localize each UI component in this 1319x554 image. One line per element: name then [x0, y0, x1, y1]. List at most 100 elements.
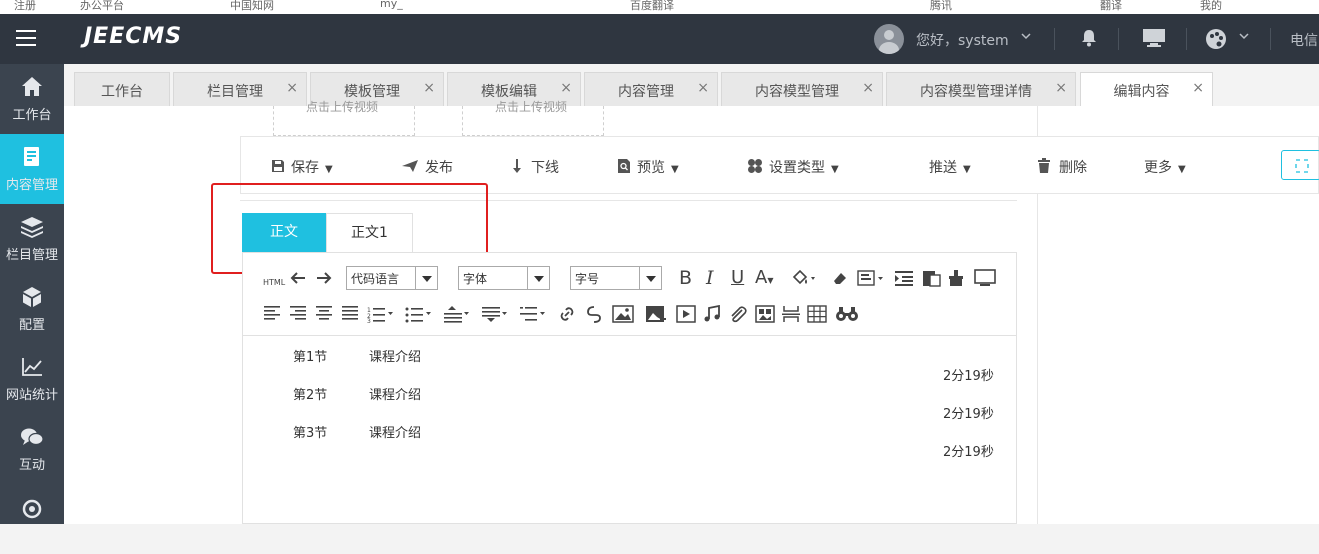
close-icon[interactable]: ×	[560, 80, 572, 96]
lesson-duration: 2分19秒	[943, 445, 994, 460]
sidebar-item-label: 网站统计	[5, 388, 58, 403]
layers-icon	[17, 216, 47, 238]
close-icon[interactable]: ×	[286, 80, 298, 96]
close-icon[interactable]: ×	[1192, 80, 1204, 96]
ordered-list-icon[interactable]: 123	[367, 305, 395, 328]
font-family-select[interactable]: 字体	[458, 266, 550, 290]
background-color-icon[interactable]	[791, 269, 817, 292]
palette-icon[interactable]	[1205, 28, 1227, 54]
tab-workbench[interactable]: 工作台	[74, 72, 170, 106]
indent-icon[interactable]	[894, 269, 914, 292]
table-icon[interactable]	[807, 305, 827, 328]
unordered-list-icon[interactable]	[405, 305, 433, 328]
underline-icon[interactable]: U	[731, 268, 744, 288]
font-size-select[interactable]: 字号	[570, 266, 662, 290]
html-source-button[interactable]: HTML	[263, 273, 285, 293]
align-center-icon[interactable]	[315, 305, 333, 326]
app-logo: JEECMS	[84, 24, 183, 49]
bookmark-item[interactable]: 我的	[1200, 0, 1222, 13]
cube-icon	[17, 286, 47, 308]
image-gallery-icon[interactable]	[755, 305, 775, 328]
close-icon[interactable]: ×	[697, 80, 709, 96]
video-upload-box[interactable]: 点击上传视频	[273, 100, 415, 136]
close-icon[interactable]: ×	[1055, 80, 1067, 96]
bookmark-item[interactable]: 注册	[14, 0, 36, 13]
italic-icon[interactable]: I	[706, 268, 714, 288]
sidebar-item-interaction[interactable]: 互动	[0, 414, 64, 484]
publish-button[interactable]: 发布	[401, 157, 453, 177]
find-replace-icon[interactable]	[835, 305, 859, 328]
align-left-icon[interactable]	[263, 305, 281, 326]
bookmark-item[interactable]: 办公平台	[80, 0, 124, 13]
tab-content-management[interactable]: 内容管理 ×	[584, 72, 718, 106]
bookmark-item[interactable]: my_	[380, 0, 403, 10]
sidebar-item-settings[interactable]	[0, 484, 64, 554]
page-break-icon[interactable]	[781, 305, 801, 328]
attachment-icon[interactable]	[728, 305, 748, 328]
lesson-section: 第3节	[293, 426, 328, 441]
line-height-icon[interactable]	[443, 305, 471, 328]
sidebar-item-label: 栏目管理	[5, 248, 58, 263]
delete-button[interactable]: 删除	[1037, 157, 1087, 177]
chevron-down-icon[interactable]	[1238, 30, 1250, 45]
preview-button[interactable]: 预览 ▼	[617, 157, 679, 177]
preview-monitor-icon[interactable]	[974, 269, 996, 292]
text-indent-icon[interactable]	[519, 305, 547, 328]
bell-icon[interactable]	[1080, 28, 1098, 52]
lesson-title: 课程介绍	[369, 426, 422, 441]
video-upload-box[interactable]: 点击上传视频	[462, 100, 604, 136]
close-icon[interactable]: ×	[423, 80, 435, 96]
save-button[interactable]: 保存 ▼	[271, 157, 333, 177]
unlink-icon[interactable]	[584, 305, 604, 328]
align-justify-icon[interactable]	[341, 305, 359, 326]
offline-button[interactable]: 下线	[511, 157, 559, 177]
tab-content-model-detail[interactable]: 内容模型管理详情 ×	[886, 72, 1076, 106]
close-icon[interactable]: ×	[862, 80, 874, 96]
bookmark-item[interactable]: 翻译	[1100, 0, 1122, 13]
music-icon[interactable]	[703, 304, 721, 328]
paragraph-format-icon[interactable]	[857, 269, 885, 292]
format-brush-icon[interactable]	[947, 269, 965, 292]
monitor-icon[interactable]	[1142, 28, 1166, 52]
bold-icon[interactable]: B	[679, 268, 692, 288]
sidebar-item-columns[interactable]: 栏目管理	[0, 204, 64, 274]
undo-icon[interactable]	[289, 269, 307, 292]
multi-image-icon[interactable]	[645, 305, 669, 328]
paragraph-spacing-icon[interactable]	[481, 305, 509, 328]
font-color-icon[interactable]: A▼	[755, 268, 773, 291]
eraser-icon[interactable]	[831, 269, 849, 292]
editor-toolbar: HTML 代码语言 字体 字号 B I U A▼ 1 2 3	[243, 253, 1016, 336]
chevron-down-icon[interactable]	[1020, 30, 1032, 45]
bookmark-item[interactable]: 中国知网	[230, 0, 274, 13]
user-avatar[interactable]	[874, 24, 904, 54]
link-icon[interactable]	[557, 305, 577, 328]
bookmark-item[interactable]: 百度翻译	[630, 0, 674, 13]
top-navbar: JEECMS 您好，system 电信	[0, 14, 1319, 64]
redo-icon[interactable]	[315, 269, 333, 292]
sidebar-item-stats[interactable]: 网站统计	[0, 344, 64, 414]
tab-column-management[interactable]: 栏目管理 ×	[173, 72, 307, 106]
fullscreen-button[interactable]	[1281, 150, 1319, 180]
sidebar-item-workbench[interactable]: 工作台	[0, 64, 64, 134]
menu-toggle-icon[interactable]	[16, 30, 36, 48]
bookmark-item[interactable]: 腾讯	[930, 0, 952, 13]
sidebar-item-content[interactable]: 内容管理	[0, 134, 64, 204]
lesson-duration: 2分19秒	[943, 407, 994, 422]
set-type-button[interactable]: 设置类型 ▼	[747, 157, 839, 177]
push-button[interactable]: 推送 ▼	[929, 157, 971, 177]
user-greeting[interactable]: 您好，system	[916, 30, 1009, 50]
align-right-icon[interactable]	[289, 305, 307, 326]
lesson-title: 课程介绍	[369, 350, 422, 365]
svg-text:3: 3	[367, 318, 371, 323]
sidebar-item-config[interactable]: 配置	[0, 274, 64, 344]
tab-content-model-management[interactable]: 内容模型管理 ×	[721, 72, 883, 106]
more-button[interactable]: 更多 ▼	[1144, 157, 1186, 177]
sidebar-item-label: 工作台	[12, 108, 52, 123]
paste-icon[interactable]	[921, 269, 941, 292]
page-tabs: 工作台 栏目管理 × 模板管理 × 模板编辑 × 内容管理 × 内容模型管理 ×…	[64, 64, 1319, 106]
tab-edit-content[interactable]: 编辑内容 ×	[1080, 72, 1213, 106]
code-language-select[interactable]: 代码语言	[346, 266, 438, 290]
image-icon[interactable]	[612, 305, 634, 328]
preview-icon	[618, 159, 630, 173]
video-icon[interactable]	[676, 305, 696, 328]
